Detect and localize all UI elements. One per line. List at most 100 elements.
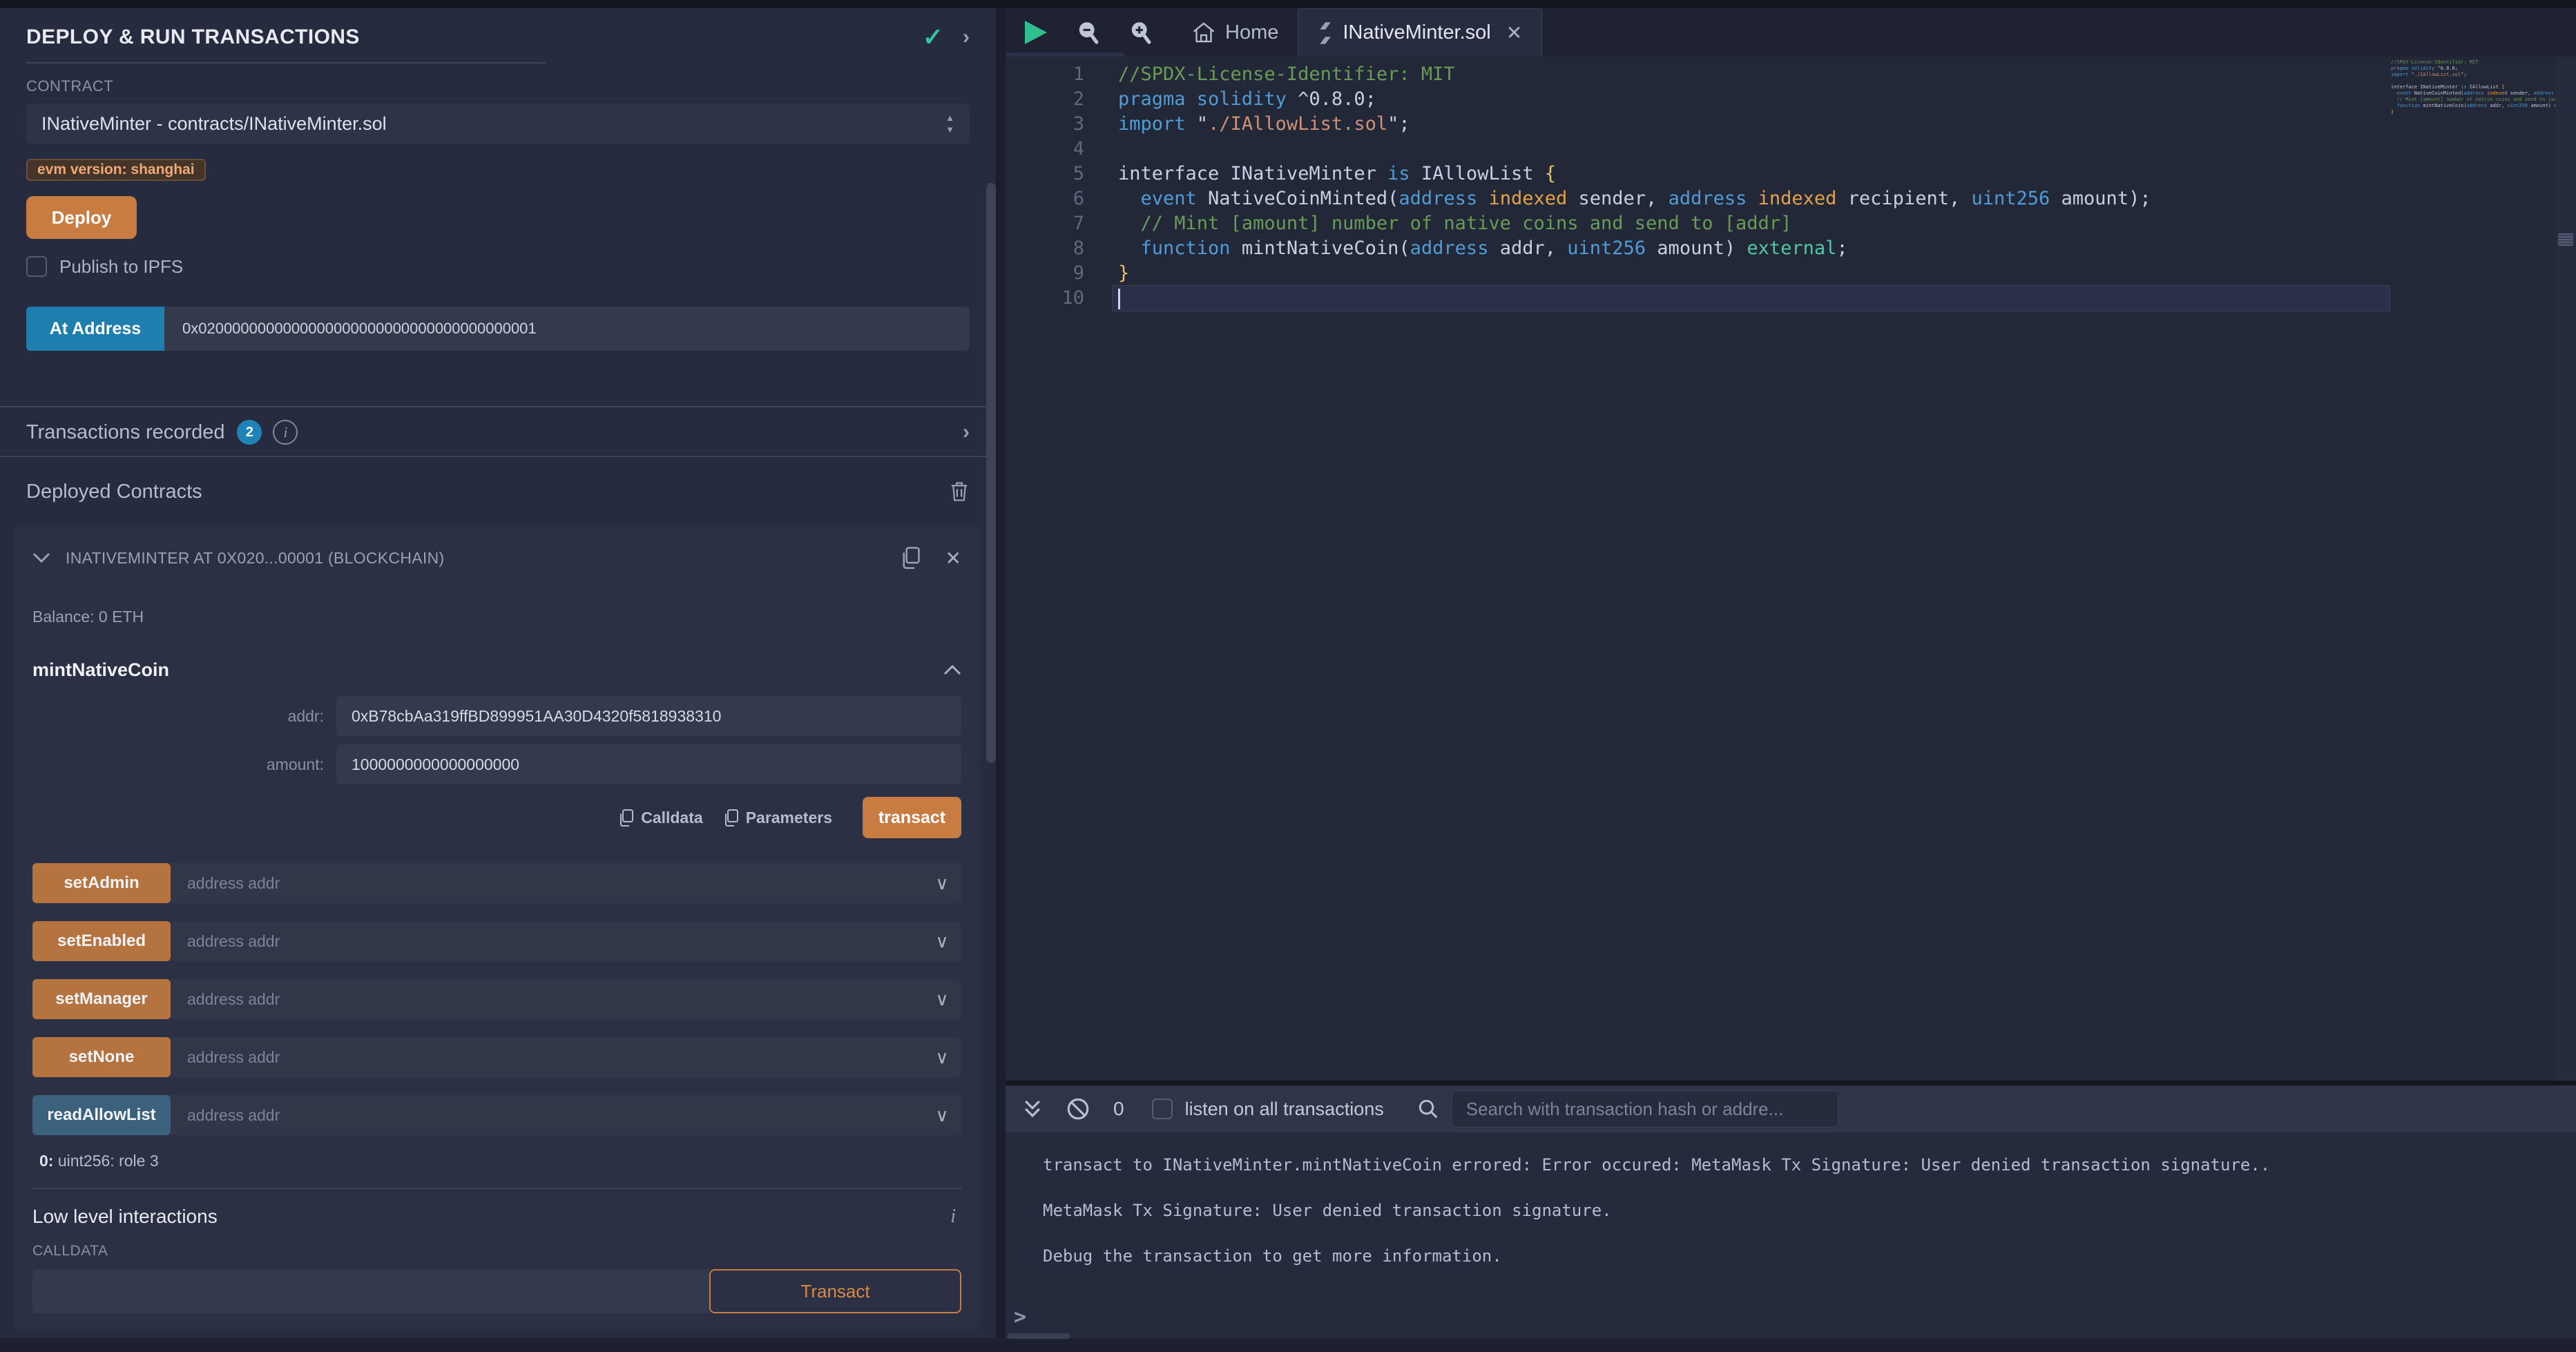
- window-top-strip: [0, 0, 2576, 8]
- function-expand-chevron-icon[interactable]: ∨: [923, 1047, 961, 1068]
- editor-pane: Home INativeMinter.sol ✕ 1 //SPDX-License…: [1006, 8, 2576, 1081]
- copy-parameters-action[interactable]: Parameters: [724, 809, 832, 827]
- code-line-3: 3import "./IAllowList.sol";: [1006, 112, 2390, 137]
- code-text: // Mint [amount] number of native coins …: [1118, 211, 2390, 236]
- deployed-contract-card: INATIVEMINTER AT 0X020...00001 (BLOCKCHA…: [15, 525, 979, 1331]
- function-expand-chevron-icon[interactable]: ∨: [923, 931, 961, 952]
- code-text: //SPDX-License-Identifier: MIT: [1118, 62, 2390, 87]
- panel-expand-chevron-icon[interactable]: ›: [963, 26, 970, 49]
- function-list: setAdmin ∨ setEnabled ∨ setManager ∨ setNone ∨ r…: [32, 863, 961, 1135]
- panel-title: DEPLOY & RUN TRANSACTIONS: [26, 26, 923, 49]
- instance-balance: Balance: 0 ETH: [32, 608, 961, 627]
- function-input-setManager[interactable]: [171, 990, 923, 1009]
- function-input-setNone[interactable]: [171, 1048, 923, 1067]
- terminal-prompt[interactable]: >: [1014, 1305, 1026, 1329]
- tab-inativeminter-sol[interactable]: INativeMinter.sol ✕: [1298, 8, 1542, 57]
- clear-console-ban-icon[interactable]: [1066, 1097, 1090, 1121]
- at-address-input[interactable]: [164, 307, 970, 351]
- param-input-amount[interactable]: [336, 744, 961, 784]
- copy-address-icon[interactable]: [901, 546, 921, 570]
- deploy-button[interactable]: Deploy: [26, 196, 137, 239]
- calldata-input[interactable]: [32, 1269, 709, 1313]
- listen-all-transactions-label: listen on all transactions: [1185, 1099, 1384, 1120]
- code-line-1: 1 //SPDX-License-Identifier: MIT: [1006, 62, 2390, 87]
- solidity-file-icon: [1318, 21, 1333, 45]
- evm-version-badge: evm version: shanghai: [26, 159, 206, 181]
- function-input-readAllowList[interactable]: [171, 1106, 923, 1125]
- function-input-setEnabled[interactable]: [171, 932, 923, 951]
- code-line-4: 4: [1006, 137, 2390, 162]
- zoom-in-icon[interactable]: [1128, 20, 1152, 45]
- publish-to-ipfs-checkbox[interactable]: [26, 256, 47, 277]
- function-button-readAllowList[interactable]: readAllowList: [32, 1095, 171, 1135]
- editor-tabbar: Home INativeMinter.sol ✕: [1006, 8, 2576, 57]
- card-divider: [32, 1188, 961, 1189]
- line-number: 7: [1006, 211, 1084, 236]
- function-expand-chevron-icon[interactable]: ∨: [923, 1105, 961, 1126]
- pending-tx-count: 0: [1113, 1098, 1124, 1120]
- code-text: function mintNativeCoin(address addr, ui…: [1118, 236, 2390, 261]
- terminal-log-line: transact to INativeMinter.mintNativeCoin…: [1043, 1142, 2562, 1188]
- call-result-index: 0:: [39, 1152, 53, 1170]
- editor-vertical-scrollbar[interactable]: [2555, 57, 2576, 1081]
- low-level-transact-button[interactable]: Transact: [709, 1269, 961, 1313]
- run-script-play-icon[interactable]: [1025, 21, 1047, 44]
- listen-all-transactions-checkbox[interactable]: [1152, 1099, 1173, 1119]
- close-instance-icon[interactable]: ✕: [945, 547, 961, 570]
- left-panel-scrollbar[interactable]: [986, 183, 996, 763]
- transactions-count-badge: 2: [237, 420, 262, 445]
- transactions-recorded-row[interactable]: Transactions recorded 2 i ›: [26, 417, 970, 447]
- terminal-search-input[interactable]: [1452, 1090, 1838, 1128]
- contract-select[interactable]: INativeMinter - contracts/INativeMinter.…: [26, 104, 970, 144]
- code-text: import "./IAllowList.sol";: [1118, 112, 2390, 137]
- line-number: 2: [1006, 87, 1084, 112]
- param-label-addr: addr:: [32, 707, 336, 726]
- line-number: 1: [1006, 62, 1084, 87]
- search-icon: [1417, 1098, 1439, 1120]
- tab-file-label: INativeMinter.sol: [1343, 21, 1490, 44]
- param-input-addr[interactable]: [336, 696, 961, 736]
- section-divider: [0, 406, 996, 407]
- transactions-expand-chevron-icon[interactable]: ›: [963, 421, 970, 444]
- contract-label: CONTRACT: [26, 77, 970, 95]
- copy-calldata-action[interactable]: Calldata: [619, 809, 702, 827]
- function-button-setNone[interactable]: setNone: [32, 1037, 171, 1077]
- contract-select-value: INativeMinter - contracts/INativeMinter.…: [41, 113, 945, 135]
- at-address-button[interactable]: At Address: [26, 307, 164, 351]
- panel-divider[interactable]: [996, 8, 1006, 1352]
- call-result-value: uint256: role 3: [53, 1152, 158, 1170]
- line-number: 10: [1006, 286, 1084, 311]
- function-button-setManager[interactable]: setManager: [32, 979, 171, 1019]
- transactions-recorded-label: Transactions recorded: [26, 421, 224, 444]
- function-button-setEnabled[interactable]: setEnabled: [32, 921, 171, 961]
- low-level-info-icon: i: [950, 1206, 961, 1228]
- function-expand-chevron-icon[interactable]: ∨: [923, 873, 961, 894]
- editor-vertical-scrollbar-thumb[interactable]: [2558, 233, 2573, 246]
- code-line-9: 9}: [1006, 261, 2390, 286]
- code-text: [1118, 137, 2390, 162]
- function-expand-chevron-icon[interactable]: ∨: [923, 989, 961, 1010]
- code-text: pragma solidity ^0.8.0;: [1118, 87, 2390, 112]
- expand-terminal-double-chevron-icon[interactable]: [1022, 1098, 1043, 1120]
- window-bottom-strip: [0, 1338, 2576, 1352]
- transact-button[interactable]: transact: [863, 797, 961, 838]
- zoom-out-icon[interactable]: [1076, 20, 1099, 45]
- function-button-setAdmin[interactable]: setAdmin: [32, 863, 171, 903]
- param-label-amount: amount:: [32, 755, 336, 774]
- instance-collapse-chevron-icon[interactable]: [32, 552, 50, 563]
- terminal-log: transact to INativeMinter.mintNativeCoin…: [1006, 1132, 2576, 1279]
- function-input-setAdmin[interactable]: [171, 874, 923, 893]
- function-collapse-chevron-icon[interactable]: [943, 664, 961, 675]
- tab-home[interactable]: Home: [1173, 8, 1298, 57]
- deployed-contracts-title: Deployed Contracts: [26, 481, 949, 503]
- terminal-horizontal-scrollbar-thumb[interactable]: [1007, 1333, 1070, 1339]
- tab-home-label: Home: [1225, 21, 1278, 44]
- tab-close-icon[interactable]: ✕: [1506, 21, 1522, 44]
- section-divider: [0, 456, 996, 457]
- function-row: setAdmin ∨: [32, 863, 961, 903]
- editor-minimap[interactable]: //SPDX-License-Identifier: MITpragma sol…: [2391, 59, 2555, 197]
- code-editor[interactable]: 1 //SPDX-License-Identifier: MIT 2 pragma s…: [1006, 57, 2576, 1081]
- clear-instances-trash-icon[interactable]: [949, 480, 970, 503]
- instance-title: INATIVEMINTER AT 0X020...00001 (BLOCKCHA…: [66, 549, 901, 568]
- terminal-output[interactable]: transact to INativeMinter.mintNativeCoin…: [1006, 1132, 2576, 1338]
